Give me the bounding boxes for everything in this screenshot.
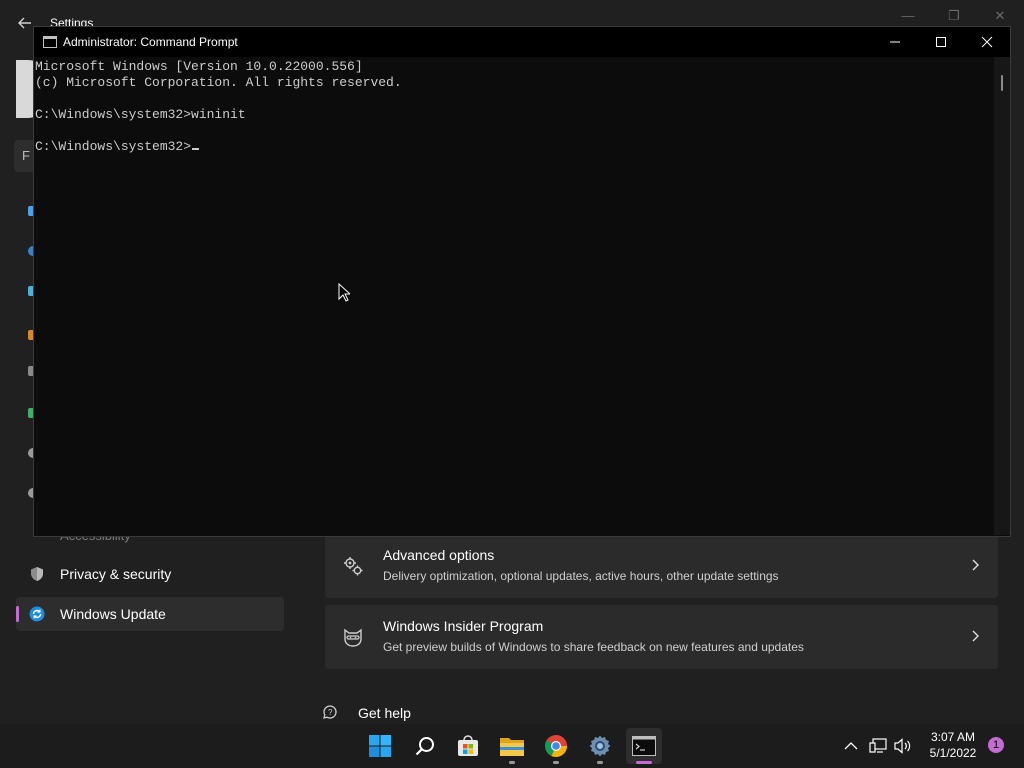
running-indicator [597,761,603,764]
cmd-maximize-button[interactable] [918,27,964,57]
taskbar-store-button[interactable] [450,728,486,764]
console-prompt-line[interactable]: C:\Windows\system32> [35,139,993,155]
cmd-minimize-button[interactable] [872,27,918,57]
taskbar: 3:07 AM 5/1/2022 1 [0,724,1024,768]
maximize-icon [936,37,946,47]
taskbar-file-explorer-button[interactable] [494,728,530,764]
settings-minimize-button[interactable]: — [898,8,918,24]
settings-close-button[interactable]: ✕ [990,8,1010,24]
command-prompt-window[interactable]: Administrator: Command Prompt Microsoft … [33,26,1011,537]
taskbar-settings-button[interactable] [582,728,618,764]
sidebar-item-windows-update[interactable]: Windows Update [16,597,284,631]
windows-update-icon [28,605,46,623]
get-help-link[interactable]: ? Get help [322,704,411,722]
get-help-label: Get help [358,705,411,721]
svg-text:?: ? [328,708,333,717]
running-indicator [509,761,515,764]
ninja-cat-icon [344,628,362,647]
active-indicator [636,761,652,764]
minimize-icon [890,41,900,43]
settings-icon [589,735,611,757]
cmd-app-icon [43,36,57,48]
chevron-up-icon [844,742,858,750]
volume-icon [894,738,911,754]
text-cursor [192,148,200,150]
microsoft-store-icon [458,735,478,756]
windows-insider-program-card[interactable]: Windows Insider Program Get preview buil… [325,605,998,669]
show-hidden-icons-button[interactable] [841,736,861,756]
sidebar-item-label: Windows Update [60,606,166,622]
clock-time: 3:07 AM [930,730,976,744]
back-arrow-icon[interactable] [16,14,34,32]
taskbar-clock[interactable]: 3:07 AM 5/1/2022 [920,729,986,761]
taskbar-search-button[interactable] [407,728,443,764]
mouse-pointer-icon [338,283,350,302]
console-line: Microsoft Windows [Version 10.0.22000.55… [35,59,363,74]
windows-start-icon [369,735,391,757]
running-indicator [553,761,559,764]
cmd-scrollbar[interactable] [994,57,1010,535]
card-title: Windows Insider Program [383,618,544,634]
search-icon [415,737,434,756]
shield-icon [28,565,46,583]
card-subtitle: Get preview builds of Windows to share f… [383,640,804,654]
sidebar-item-privacy-security[interactable]: Privacy & security [16,557,284,591]
chrome-icon [545,735,567,757]
advanced-options-card[interactable]: Advanced options Delivery optimization, … [325,534,998,598]
chevron-right-icon [972,630,979,642]
start-button[interactable] [362,728,398,764]
volume-tray-button[interactable] [893,736,913,756]
close-icon [981,36,993,48]
console-line: (c) Microsoft Corporation. All rights re… [35,75,402,90]
notification-badge[interactable]: 1 [988,737,1004,753]
cmd-close-button[interactable] [964,27,1010,57]
network-icon [869,738,887,753]
taskbar-chrome-button[interactable] [538,728,574,764]
help-icon: ? [323,705,337,719]
gears-icon [344,557,363,576]
file-explorer-icon [500,738,524,756]
cmd-titlebar[interactable]: Administrator: Command Prompt [34,27,1010,57]
cmd-title: Administrator: Command Prompt [63,35,238,49]
chevron-right-icon [972,559,979,571]
card-subtitle: Delivery optimization, optional updates,… [383,569,779,583]
console-output[interactable]: Microsoft Windows [Version 10.0.22000.55… [35,57,993,537]
sidebar-item-label: Privacy & security [60,566,172,582]
clock-date: 5/1/2022 [929,746,977,760]
scrollbar-thumb[interactable] [1001,75,1003,91]
network-tray-button[interactable] [868,736,888,756]
console-prompt: C:\Windows\system32> [35,139,192,154]
console-line: C:\Windows\system32>wininit [35,107,246,122]
settings-restore-button[interactable]: ❐ [944,8,964,24]
taskbar-terminal-button[interactable] [626,728,662,764]
card-title: Advanced options [383,547,495,563]
terminal-icon [632,736,656,756]
